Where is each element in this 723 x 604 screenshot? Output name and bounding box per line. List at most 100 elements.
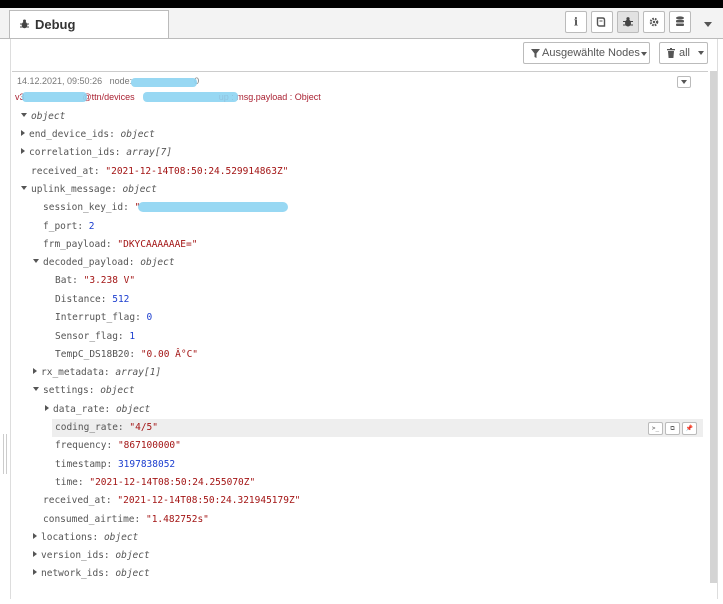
copy-path-button[interactable]: >_: [648, 422, 663, 435]
type: array[1]: [115, 367, 162, 378]
tree-leaf-received-at[interactable]: received_at: "2021-12-14T08:50:24.529914…: [31, 163, 288, 181]
value: "2021-12-14T08:50:24.321945179Z": [117, 495, 301, 506]
info-icon: i: [573, 15, 579, 29]
tree-leaf-time[interactable]: time: "2021-12-14T08:50:24.255070Z": [55, 474, 255, 492]
collapsed-caret-icon: [33, 533, 37, 539]
key: Distance: [55, 294, 101, 305]
redaction-mark: [143, 92, 238, 102]
filter-label: Ausgewählte Nodes: [542, 47, 640, 59]
resize-grip-icon[interactable]: [3, 434, 7, 474]
book-icon: [596, 17, 606, 27]
key: network_ids: [41, 568, 104, 579]
tree-leaf-session-key-id[interactable]: session_key_id: ": [43, 199, 140, 217]
context-data-button[interactable]: [669, 11, 691, 33]
tree-root[interactable]: object: [21, 108, 65, 126]
tree-node-correlation-ids[interactable]: correlation_ids: array[7]: [21, 144, 172, 162]
chevron-down-icon: [681, 80, 687, 84]
tree-node-locations[interactable]: locations: object: [33, 529, 138, 547]
value: 512: [112, 294, 130, 305]
tree-leaf-consumed-airtime[interactable]: consumed_airtime: "1.482752s": [43, 511, 209, 529]
debug-message-list[interactable]: 14.12.2021, 09:50:26 node:0 v3@ttn/devic…: [12, 71, 708, 584]
bug-icon: [20, 19, 29, 29]
filter-icon: [531, 49, 540, 58]
info-button[interactable]: i: [565, 11, 587, 33]
debug-icon: [623, 17, 633, 27]
copy-value-button[interactable]: ⧉: [665, 422, 680, 435]
tree-leaf-frm-payload[interactable]: frm_payload: "DKYCAAAAAAE=": [43, 236, 197, 254]
window-top-strip: [0, 0, 723, 8]
tree-node-uplink-message[interactable]: uplink_message: object: [21, 181, 157, 199]
tree-leaf-frequency[interactable]: frequency: "867100000": [55, 437, 181, 455]
key: uplink_message: [31, 184, 112, 195]
tree-leaf-bat[interactable]: Bat: "3.238 V": [55, 272, 135, 290]
tree-leaf-tempc-ds18b20[interactable]: TempC_DS18B20: "0.00 Â°C": [55, 346, 198, 364]
collapsed-caret-icon: [21, 148, 25, 154]
key: correlation_ids: [29, 147, 115, 158]
debug-sidebar-button[interactable]: [617, 11, 639, 33]
collapsed-caret-icon: [21, 130, 25, 136]
tree-node-end-device-ids[interactable]: end_device_ids: object: [21, 126, 155, 144]
key: Sensor_flag: [55, 331, 118, 342]
vertical-scrollbar[interactable]: [710, 71, 717, 583]
clear-label: all: [679, 47, 691, 59]
key: time: [55, 477, 78, 488]
row-tools: >_ ⧉ 📌: [646, 422, 697, 440]
tree-leaf-distance[interactable]: Distance: 512: [55, 291, 129, 309]
tab-debug[interactable]: Debug: [9, 10, 169, 38]
key: coding_rate: [55, 422, 118, 433]
key: received_at: [43, 495, 106, 506]
tree-node-network-ids[interactable]: network_ids: object: [33, 565, 150, 583]
clear-dropdown-chevron-icon[interactable]: [698, 51, 704, 55]
collapsed-caret-icon: [45, 405, 49, 411]
redaction-mark: [138, 202, 288, 212]
filter-nodes-dropdown[interactable]: Ausgewählte Nodes: [523, 42, 650, 64]
message-menu-button[interactable]: [677, 76, 691, 88]
tree-node-decoded-payload[interactable]: decoded_payload: object: [33, 254, 175, 272]
collapsed-caret-icon: [33, 368, 37, 374]
tree-leaf-coding-rate[interactable]: coding_rate: "4/5" >_ ⧉ 📌: [52, 419, 703, 437]
value: "2021-12-14T08:50:24.529914863Z": [105, 166, 289, 177]
value: "4/5": [129, 422, 158, 433]
tree-node-version-ids[interactable]: version_ids: object: [33, 547, 150, 565]
key: Bat: [55, 275, 73, 286]
help-button[interactable]: [591, 11, 613, 33]
trash-icon: [667, 48, 675, 58]
collapsed-caret-icon: [33, 551, 37, 557]
database-icon: [676, 16, 684, 26]
tree-leaf-timestamp[interactable]: timestamp: 3197838052: [55, 456, 175, 474]
key: frequency: [55, 440, 107, 451]
value: "3.238 V": [83, 275, 136, 286]
tree-node-rx-metadata[interactable]: rx_metadata: array[1]: [33, 364, 161, 382]
tree-root-type: object: [31, 111, 66, 122]
type: object: [120, 129, 155, 140]
key: timestamp: [55, 459, 107, 470]
redaction-mark: [22, 92, 87, 102]
expanded-caret-icon: [21, 113, 27, 117]
config-button[interactable]: [643, 11, 665, 33]
tree-node-data-rate[interactable]: data_rate: object: [45, 401, 150, 419]
tab-debug-label: Debug: [35, 17, 76, 32]
tree-leaf-f-port[interactable]: f_port: 2: [43, 218, 95, 236]
type: array[7]: [126, 147, 173, 158]
tree-leaf-sensor-flag[interactable]: Sensor_flag: 1: [55, 328, 135, 346]
value: "DKYCAAAAAAE=": [117, 239, 198, 250]
key: rx_metadata: [41, 367, 104, 378]
tree-node-settings[interactable]: settings: object: [33, 382, 135, 400]
scrollbar-thumb[interactable]: [710, 71, 717, 583]
key: decoded_payload: [43, 257, 129, 268]
type: object: [115, 568, 150, 579]
key: version_ids: [41, 550, 104, 561]
tree-leaf-received-at-uplink[interactable]: received_at: "2021-12-14T08:50:24.321945…: [43, 492, 300, 510]
key: data_rate: [53, 404, 105, 415]
pin-button[interactable]: 📌: [682, 422, 697, 435]
sidebar-menu-dropdown[interactable]: [704, 22, 712, 27]
key: consumed_airtime: [43, 514, 135, 525]
tree-leaf-interrupt-flag[interactable]: Interrupt_flag: 0: [55, 309, 152, 327]
value: 1: [129, 331, 136, 342]
expanded-caret-icon: [33, 259, 39, 263]
redaction-mark: [131, 78, 197, 87]
key: locations: [41, 532, 93, 543]
type: object: [115, 550, 150, 561]
type: object: [122, 184, 157, 195]
value: 0: [146, 312, 153, 323]
